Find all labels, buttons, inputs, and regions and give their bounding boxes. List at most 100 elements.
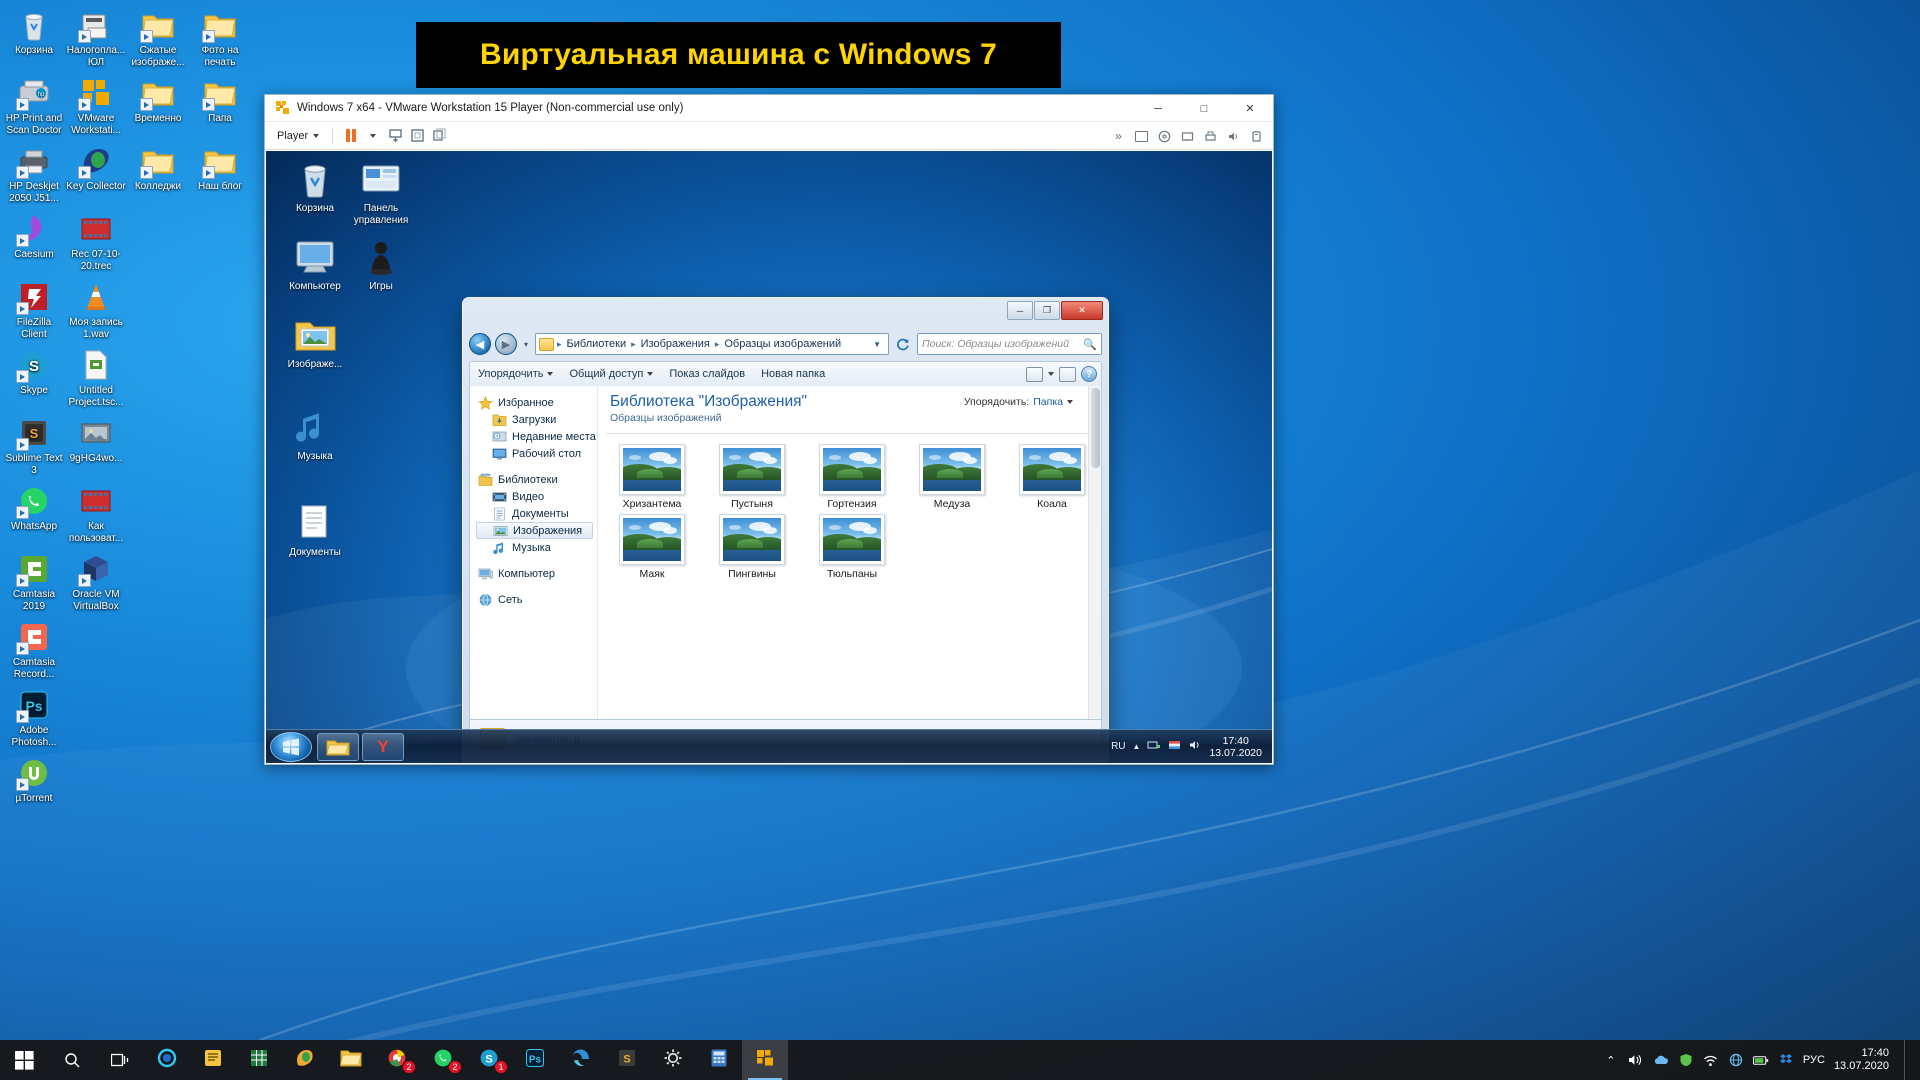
guest-tray-language[interactable]: RU xyxy=(1111,741,1125,752)
nav-item-документы[interactable]: Документы xyxy=(476,505,597,522)
file-thumbnail[interactable] xyxy=(719,514,785,565)
nav-item-недавние места[interactable]: Недавние места xyxy=(476,428,597,445)
desktop-icon-24[interactable]: Camtasia Record... xyxy=(3,620,65,680)
vmware-player-window[interactable]: Windows 7 x64 - VMware Workstation 15 Pl… xyxy=(264,94,1274,765)
arrange-by-control[interactable]: Упорядочить: Папка xyxy=(964,396,1073,408)
nav-item-сеть[interactable]: Сеть xyxy=(476,591,597,608)
file-thumbnail[interactable] xyxy=(619,514,685,565)
guest-desktop-icon-1[interactable]: Панель управления xyxy=(344,157,418,227)
host-taskbar[interactable]: 2 2 S 1 Ps S ⌃ РУС 17:40 13.07.2020 xyxy=(0,1040,1920,1080)
minimize-button[interactable]: ─ xyxy=(1135,95,1181,122)
explorer-window[interactable]: ─ ❐ ✕ ◀ ▶ ▾ ▸ Библиотеки ▸ Изображения ▸… xyxy=(462,297,1109,763)
desktop-icon-11[interactable]: Наш блог xyxy=(189,144,251,193)
nav-item-рабочий стол[interactable]: Рабочий стол xyxy=(476,445,597,462)
vmware-toolbar[interactable]: Player » xyxy=(265,122,1273,150)
desktop-icon-0[interactable]: Корзина xyxy=(3,8,65,57)
desktop-icon-15[interactable]: Моя запись 1.wav xyxy=(65,280,127,340)
taskbar-excel[interactable] xyxy=(236,1040,282,1080)
file-tile[interactable]: Гортензия xyxy=(808,444,896,510)
file-thumbnail[interactable] xyxy=(919,444,985,495)
file-tile[interactable]: Маяк xyxy=(608,514,696,580)
search-input[interactable]: Поиск: Образцы изображений 🔍 xyxy=(917,333,1102,355)
onedrive-icon[interactable] xyxy=(1653,1052,1669,1068)
nav-item-библиотеки[interactable]: Библиотеки xyxy=(476,471,597,488)
guest-tray-network-icon[interactable] xyxy=(1147,739,1161,754)
desktop-icon-23[interactable]: Oracle VM VirtualBox xyxy=(65,552,127,612)
vmware-titlebar[interactable]: Windows 7 x64 - VMware Workstation 15 Pl… xyxy=(265,95,1273,122)
preview-pane-icon[interactable] xyxy=(1059,366,1076,382)
network-adapter-icon[interactable] xyxy=(1177,126,1198,146)
taskbar-browser[interactable]: 2 xyxy=(374,1040,420,1080)
back-button[interactable]: ◀ xyxy=(469,333,491,355)
file-thumbnail[interactable] xyxy=(719,444,785,495)
guest-desktop-icon-4[interactable]: Изображе... xyxy=(278,313,352,371)
file-thumbnail[interactable] xyxy=(1019,444,1085,495)
nav-item-изображения[interactable]: Изображения xyxy=(476,522,593,539)
slideshow-button[interactable]: Показ слайдов xyxy=(669,368,745,380)
task-view-icon[interactable] xyxy=(96,1040,144,1080)
tray-language[interactable]: РУС xyxy=(1803,1054,1825,1066)
desktop-icon-10[interactable]: Колледжи xyxy=(127,144,189,193)
desktop-icon-9[interactable]: Key Collector xyxy=(65,144,127,193)
chevron-down-icon[interactable] xyxy=(1048,372,1054,376)
antivirus-icon[interactable] xyxy=(1678,1052,1694,1068)
nav-item-избранное[interactable]: Избранное xyxy=(476,394,597,411)
desktop-icon-19[interactable]: 9gHG4wo... xyxy=(65,416,127,465)
desktop-icon-7[interactable]: Папа xyxy=(189,76,251,125)
guest-desktop-icon-6[interactable]: Документы xyxy=(278,501,352,559)
globe-icon[interactable] xyxy=(1728,1052,1744,1068)
content-scrollbar[interactable] xyxy=(1088,386,1101,719)
nav-item-музыка[interactable]: Музыка xyxy=(476,539,597,556)
explorer-titlebar[interactable]: ─ ❐ ✕ xyxy=(469,301,1103,330)
breadcrumb-libraries[interactable]: Библиотеки xyxy=(565,338,629,350)
desktop-icon-5[interactable]: VMware Workstati... xyxy=(65,76,127,136)
sound-icon[interactable] xyxy=(1223,126,1244,146)
explorer-maximize-button[interactable]: ❐ xyxy=(1034,301,1060,320)
host-clock[interactable]: 17:40 13.07.2020 xyxy=(1834,1047,1895,1073)
explorer-address-row[interactable]: ◀ ▶ ▾ ▸ Библиотеки ▸ Изображения ▸ Образ… xyxy=(469,332,1102,356)
guest-windows7-desktop[interactable]: Корзина Панель управления Компьютер Игры Изо… xyxy=(266,151,1272,763)
desktop-icon-8[interactable]: HP Deskjet 2050 J51... xyxy=(3,144,65,204)
explorer-content-pane[interactable]: Библиотека "Изображения" Образцы изображ… xyxy=(598,386,1101,719)
guest-tray-chevron-icon[interactable]: ▲ xyxy=(1133,742,1141,751)
desktop-icon-18[interactable]: S Sublime Text 3 xyxy=(3,416,65,476)
desktop-icon-13[interactable]: Rec 07-10-20.trec xyxy=(65,212,127,272)
file-tile[interactable]: Пустыня xyxy=(708,444,796,510)
desktop-icon-17[interactable]: Untitled Project.tsc... xyxy=(65,348,127,408)
maximize-button[interactable]: □ xyxy=(1181,95,1227,122)
pause-vm-button[interactable] xyxy=(340,126,362,146)
organize-button[interactable]: Упорядочить xyxy=(478,368,554,380)
show-desktop-button[interactable] xyxy=(1904,1040,1912,1080)
taskbar-notepad[interactable] xyxy=(190,1040,236,1080)
desktop-icon-20[interactable]: WhatsApp xyxy=(3,484,65,533)
file-thumbnail[interactable] xyxy=(819,514,885,565)
pause-dropdown-button[interactable] xyxy=(362,126,384,146)
guest-desktop-icon-5[interactable]: Музыка xyxy=(278,405,352,463)
taskbar-whatsapp[interactable]: 2 xyxy=(420,1040,466,1080)
desktop-icon-3[interactable]: Фото на печать xyxy=(189,8,251,68)
address-breadcrumb-bar[interactable]: ▸ Библиотеки ▸ Изображения ▸ Образцы изо… xyxy=(535,333,889,355)
usb-icon[interactable] xyxy=(1246,126,1267,146)
share-button[interactable]: Общий доступ xyxy=(569,368,654,380)
guest-desktop-icon-3[interactable]: Игры xyxy=(344,235,418,293)
desktop-icon-21[interactable]: Как пользоват... xyxy=(65,484,127,544)
desktop-icon-14[interactable]: FileZilla Client xyxy=(3,280,65,340)
cd-drive-icon[interactable] xyxy=(1154,126,1175,146)
printer-icon[interactable] xyxy=(1200,126,1221,146)
guest-taskbar-explorer[interactable] xyxy=(317,732,359,761)
taskbar-sublime[interactable]: S xyxy=(604,1040,650,1080)
desktop-icon-16[interactable]: S Skype xyxy=(3,348,65,397)
file-tile[interactable]: Пингвины xyxy=(708,514,796,580)
breadcrumb-sample-pictures[interactable]: Образцы изображений xyxy=(722,338,843,350)
dropbox-icon[interactable] xyxy=(1778,1052,1794,1068)
player-menu-button[interactable]: Player xyxy=(271,128,325,144)
guest-tray-volume-icon[interactable] xyxy=(1189,739,1202,754)
desktop-icon-22[interactable]: Camtasia 2019 xyxy=(3,552,65,612)
file-tile[interactable]: Тюльпаны xyxy=(808,514,896,580)
search-icon[interactable] xyxy=(48,1040,96,1080)
file-tile[interactable]: Хризантема xyxy=(608,444,696,510)
recent-pages-dropdown[interactable]: ▾ xyxy=(521,340,531,349)
new-folder-button[interactable]: Новая папка xyxy=(761,368,825,380)
guest-start-button[interactable] xyxy=(270,731,312,762)
guest-tray-flag-icon[interactable] xyxy=(1168,739,1182,754)
